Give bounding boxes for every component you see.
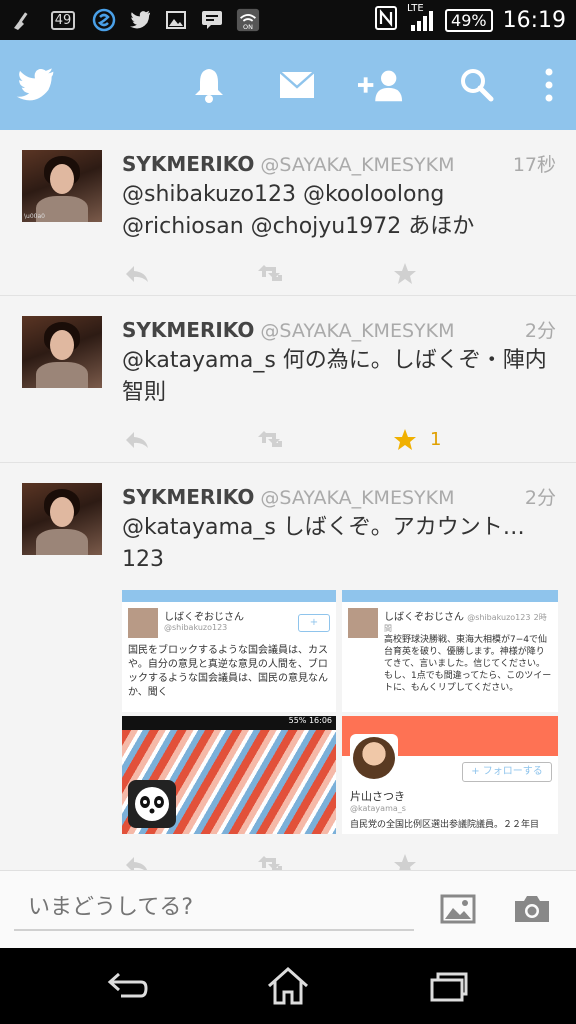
profile-name: 片山さつき [350,790,405,803]
tweet-author-name[interactable]: SYKMERIKO [122,485,254,509]
message-icon [200,8,224,32]
tweet[interactable]: \u00a0 SYKMERIKO @SAYAKA_KMESYKM 17秒 @sh… [0,130,576,296]
favorite-star-icon[interactable] [390,427,420,453]
retweet-icon[interactable] [256,427,286,453]
follow-button: + フォローする [462,762,552,782]
tweet-author-name[interactable]: SYKMERIKO [122,152,254,176]
camera-icon[interactable] [510,889,554,929]
follow-icon: + [298,614,330,632]
notification-count-icon: 49 [46,8,80,32]
clock: 16:19 [502,7,566,33]
bell-icon[interactable] [186,62,232,108]
s-app-icon [92,8,116,32]
panda-stamp-icon [128,780,176,828]
tweet-author-name[interactable]: SYKMERIKO [122,318,254,342]
twitter-bird-icon[interactable] [12,62,58,108]
photo-icon[interactable] [438,889,478,929]
retweet-icon[interactable] [256,852,286,870]
reply-icon[interactable] [122,427,152,453]
tweet-author-handle: @SAYAKA_KMESYKM [260,154,455,176]
media-avatar [348,608,378,638]
media-image-1[interactable]: しばくぞおじさん @shibakuzo123 + 国民をブロックするような国会議… [122,590,336,712]
home-icon[interactable] [260,962,316,1010]
svg-text:ON: ON [243,23,253,31]
retweet-icon[interactable] [256,261,286,287]
signal-icon: LTE [407,3,435,33]
profile-bio: 自民党の全国比例区選出参議院議員。２２年目 [350,820,540,830]
avatar[interactable]: \u00a0 [22,150,102,222]
media-image-2[interactable]: しばくぞおじさん @shibakuzo123 2時間 高校野球決勝戦、東海大相模… [342,590,558,712]
media-user-name: しばくぞおじさん [384,612,464,623]
system-nav-bar [0,948,576,1024]
nfc-icon [375,5,398,35]
profile-avatar [350,734,398,782]
reply-icon[interactable] [122,852,152,870]
compose-input[interactable] [14,885,414,931]
add-user-icon[interactable] [358,62,404,108]
media-user-name: しばくぞおじさん [164,612,244,623]
favorite-star-icon[interactable] [390,261,420,287]
compose-bar [0,870,576,948]
recent-apps-icon[interactable] [420,962,476,1010]
tweet-text: @katayama_s しばくぞ。アカウント…123 [122,515,525,572]
reply-icon[interactable] [122,261,152,287]
battery-indicator: 49% [445,8,493,32]
media-tweet-text: 国民をブロックするような国会議員は、カスや。自分の意見と真逆な意見の人間を、ブロ… [128,645,328,698]
tweet-author-handle: @SAYAKA_KMESYKM [260,320,455,342]
mail-icon[interactable] [274,62,320,108]
tweet-actions [122,834,556,870]
back-icon[interactable] [100,962,156,1010]
media-user-handle: @shibakuzo123 [164,623,228,632]
media-user-handle: @shibakuzo123 [467,613,531,622]
tweet-author-handle: @SAYAKA_KMESYKM [260,487,455,509]
overflow-menu-icon[interactable] [526,62,572,108]
profile-handle: @katayama_s [350,804,406,813]
avatar[interactable] [22,316,102,388]
media-image-3[interactable]: 55% 16:06 [122,716,336,834]
search-icon[interactable] [454,62,500,108]
wifi-off-icon: ON [236,8,260,32]
gallery-icon [164,8,188,32]
twitter-small-icon [128,8,152,32]
timeline[interactable]: \u00a0 SYKMERIKO @SAYAKA_KMESYKM 17秒 @sh… [0,130,576,870]
tweet-text: @shibakuzo123 @kooloolong @richiosan @ch… [122,182,475,239]
app-header [0,40,576,130]
tweet-timestamp: 2分 [524,320,556,342]
favorite-star-icon[interactable] [390,852,420,870]
media-grid: しばくぞおじさん @shibakuzo123 + 国民をブロックするような国会議… [122,590,558,834]
avatar[interactable] [22,483,102,555]
favorite-count: 1 [430,429,442,450]
tweet[interactable]: SYKMERIKO @SAYAKA_KMESYKM 2分 @katayama_s… [0,296,576,463]
status-bar: 49 ON LTE 49% 16:19 [0,0,576,40]
notification-icons: 49 ON [10,8,260,32]
media-tweet-text: 高校野球決勝戦、東海大相模が7−4で仙台育英を破り、優勝します。神様が降りてきて… [384,635,552,693]
tweet-timestamp: 17秒 [512,154,556,176]
tweet-text: @katayama_s 何の為に。しばくぞ・陣内智則 [122,348,547,405]
media-avatar [128,608,158,638]
tweet-timestamp: 2分 [524,487,556,509]
media-image-4[interactable]: + フォローする 片山さつき @katayama_s 自民党の全国比例区選出参議… [342,716,558,834]
tweet[interactable]: SYKMERIKO @SAYAKA_KMESYKM 2分 @katayama_s… [0,463,576,870]
media-status-bar: 55% 16:06 [122,716,336,730]
broom-icon [10,8,34,32]
